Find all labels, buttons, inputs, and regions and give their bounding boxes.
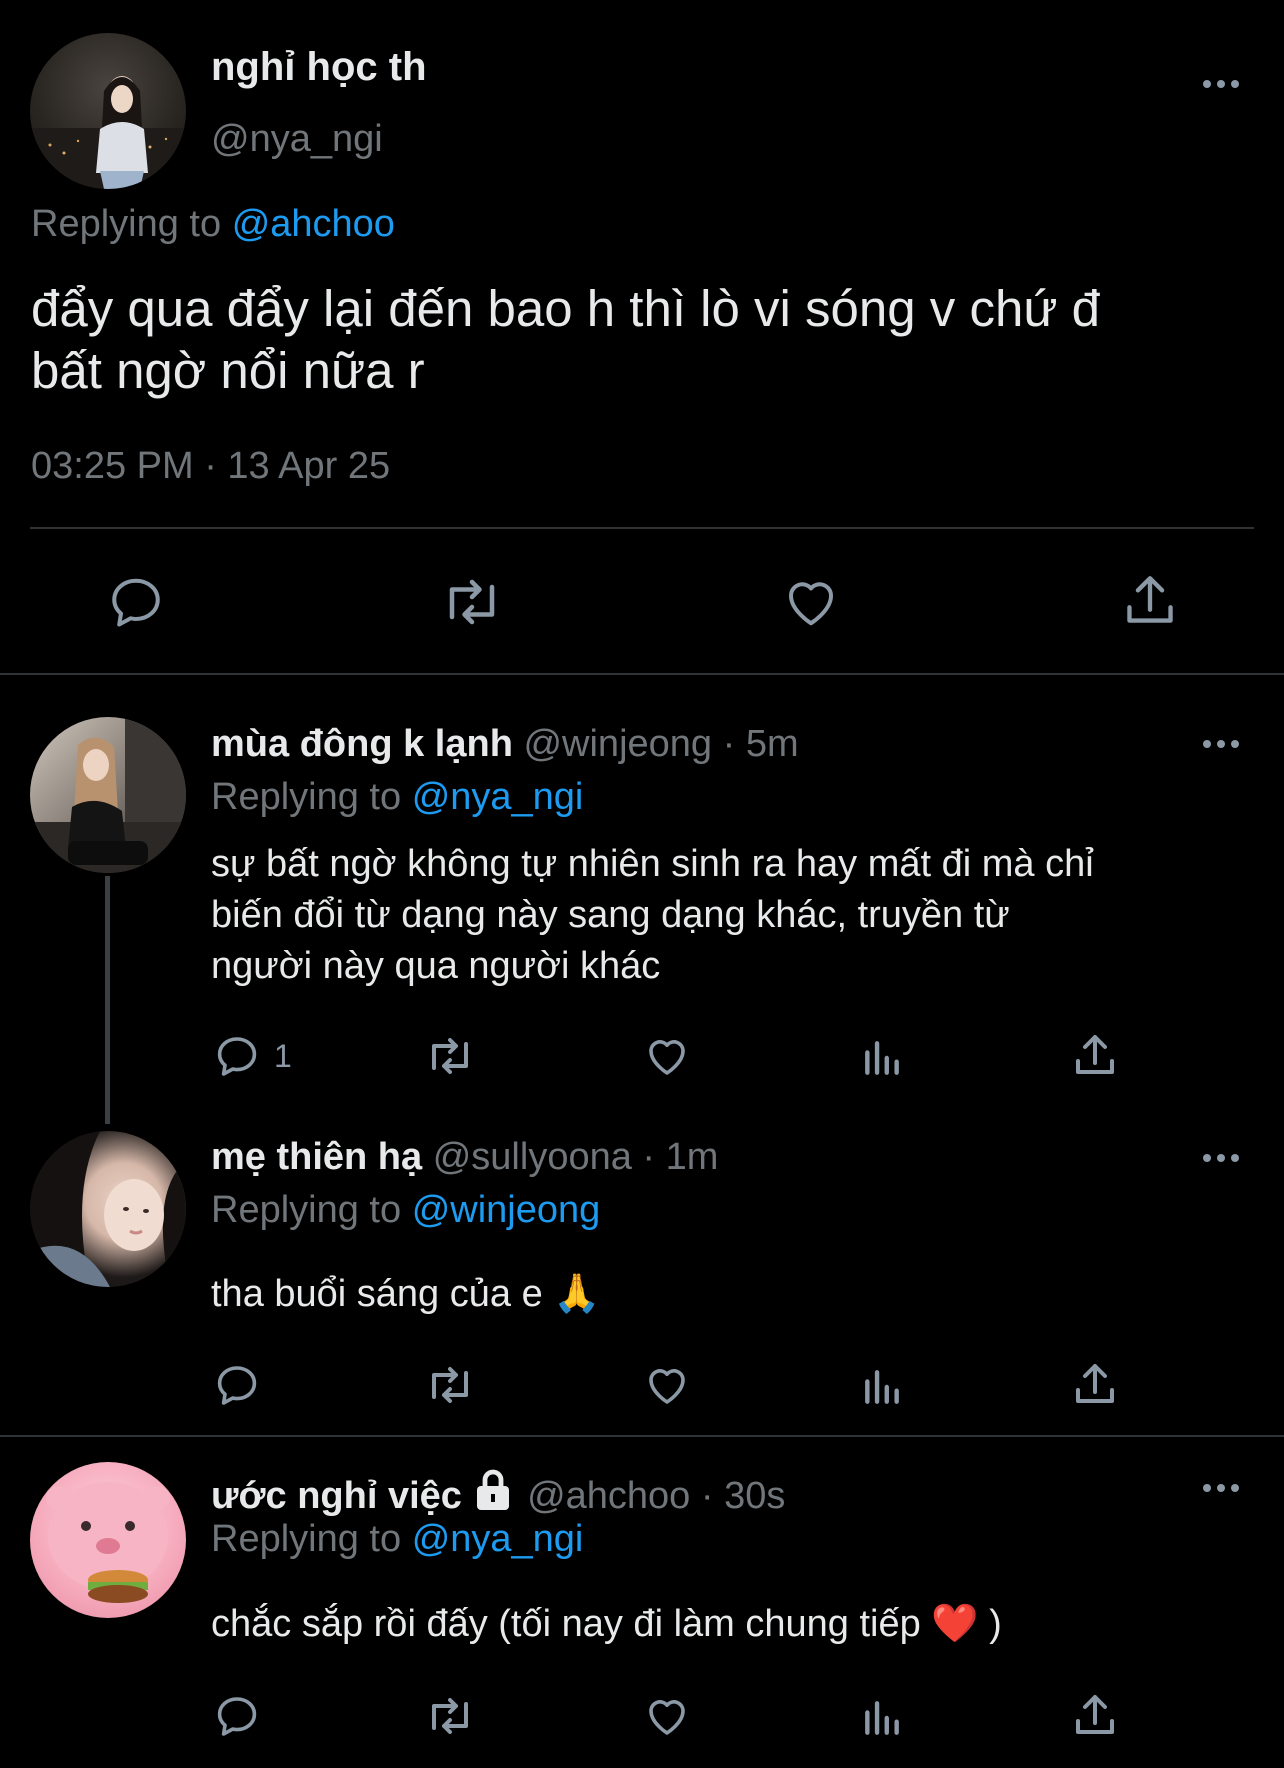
share-icon[interactable] bbox=[1071, 1359, 1119, 1409]
tweet-text-line: bất ngờ nổi nữa r bbox=[31, 342, 425, 399]
reply-time[interactable]: · 5m bbox=[723, 723, 799, 765]
reply-text-line: biến đổi từ dạng này sang dạng khác, tru… bbox=[211, 894, 1010, 936]
handle[interactable]: @ahchoo bbox=[527, 1475, 690, 1517]
replying-label: Replying to bbox=[211, 1189, 402, 1231]
reply-header: mẹ thiên hạ @sullyoona · 1m bbox=[211, 1136, 718, 1179]
reply-header: mùa đông k lạnh @winjeong · 5m bbox=[211, 723, 799, 766]
retweet-icon[interactable] bbox=[422, 1361, 478, 1409]
display-name[interactable]: nghỉ học th bbox=[211, 45, 427, 90]
share-icon[interactable] bbox=[1121, 570, 1179, 630]
like-icon[interactable] bbox=[642, 1032, 692, 1080]
like-icon[interactable] bbox=[642, 1692, 692, 1740]
views-icon[interactable] bbox=[859, 1036, 905, 1080]
display-name[interactable]: mẹ thiên hạ bbox=[211, 1136, 422, 1178]
retweet-icon[interactable] bbox=[422, 1032, 478, 1080]
more-icon[interactable] bbox=[1203, 1154, 1239, 1162]
views-icon[interactable] bbox=[859, 1365, 905, 1409]
share-icon[interactable] bbox=[1071, 1030, 1119, 1080]
divider bbox=[0, 673, 1284, 675]
replying-to-line: Replying to @winjeong bbox=[211, 1189, 600, 1232]
tweet-text-line: đẩy qua đẩy lại đến bao h thì lò vi sóng… bbox=[31, 280, 1101, 337]
replying-label: Replying to bbox=[211, 776, 402, 818]
more-icon[interactable] bbox=[1203, 1484, 1239, 1492]
lock-icon bbox=[473, 1468, 513, 1522]
replying-to-line: Replying to @nya_ngi bbox=[211, 1518, 583, 1561]
reply-icon[interactable] bbox=[213, 1692, 261, 1740]
reply-text-line: người này qua người khác bbox=[211, 945, 661, 987]
reply-text: chắc sắp rồi đấy (tối nay đi làm chung t… bbox=[211, 1603, 1002, 1645]
views-icon[interactable] bbox=[859, 1696, 905, 1740]
more-icon[interactable] bbox=[1203, 740, 1239, 748]
reply-count: 1 bbox=[274, 1038, 292, 1074]
like-icon[interactable] bbox=[642, 1361, 692, 1409]
replying-to-link[interactable]: @nya_ngi bbox=[412, 776, 584, 818]
replying-to-link[interactable]: @nya_ngi bbox=[412, 1518, 584, 1560]
retweet-icon[interactable] bbox=[422, 1692, 478, 1740]
retweet-icon[interactable] bbox=[438, 572, 506, 632]
avatar[interactable] bbox=[30, 33, 186, 189]
avatar[interactable] bbox=[30, 1131, 186, 1287]
replying-to-line: Replying to @ahchoo bbox=[31, 203, 395, 246]
more-icon[interactable] bbox=[1203, 80, 1239, 88]
replying-to-link[interactable]: @winjeong bbox=[412, 1189, 601, 1231]
reply-icon[interactable] bbox=[213, 1361, 261, 1409]
replying-label: Replying to bbox=[211, 1518, 402, 1560]
thread-line bbox=[105, 876, 110, 1124]
divider bbox=[30, 527, 1254, 529]
reply-icon[interactable] bbox=[106, 572, 166, 632]
reply-text-line: sự bất ngờ không tự nhiên sinh ra hay mấ… bbox=[211, 843, 1094, 885]
handle[interactable]: @nya_ngi bbox=[211, 118, 383, 161]
replying-label: Replying to bbox=[31, 203, 222, 245]
reply-time[interactable]: · 1m bbox=[642, 1136, 718, 1178]
avatar[interactable] bbox=[30, 717, 186, 873]
timestamp: 03:25 PM · 13 Apr 25 bbox=[31, 445, 391, 487]
tweet-text: đẩy qua đẩy lại đến bao h thì lò vi sóng… bbox=[31, 278, 1100, 402]
like-icon[interactable] bbox=[780, 572, 842, 632]
avatar[interactable] bbox=[30, 1462, 186, 1618]
reply-icon[interactable] bbox=[213, 1032, 261, 1080]
handle[interactable]: @winjeong bbox=[523, 723, 712, 765]
reply-time[interactable]: · 30s bbox=[701, 1475, 785, 1517]
share-icon[interactable] bbox=[1071, 1690, 1119, 1740]
replying-to-line: Replying to @nya_ngi bbox=[211, 776, 583, 819]
display-name[interactable]: ước nghỉ việc bbox=[211, 1475, 462, 1517]
display-name[interactable]: mùa đông k lạnh bbox=[211, 723, 513, 765]
reply-text: tha buổi sáng của e 🙏 bbox=[211, 1273, 601, 1315]
replying-to-link[interactable]: @ahchoo bbox=[232, 203, 395, 245]
divider bbox=[0, 1435, 1284, 1437]
handle[interactable]: @sullyoona bbox=[433, 1136, 632, 1178]
reply-header: ước nghỉ việc @ahchoo · 30s bbox=[211, 1468, 785, 1522]
reply-text: sự bất ngờ không tự nhiên sinh ra hay mấ… bbox=[211, 839, 1094, 992]
